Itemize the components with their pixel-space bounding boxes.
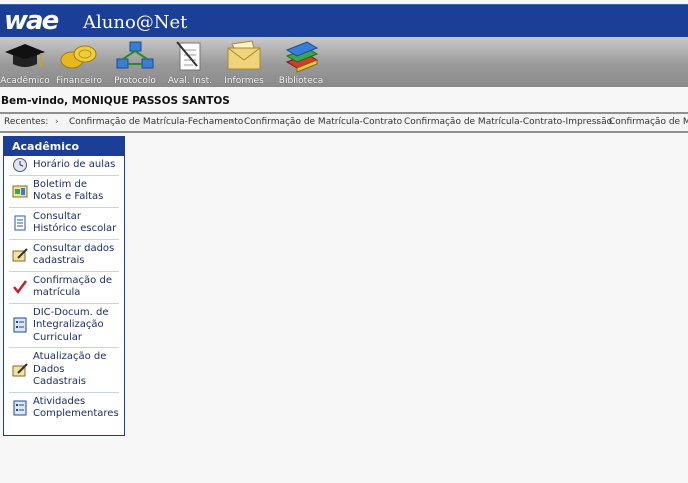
toolbar-label: Financeiro bbox=[56, 76, 102, 86]
list-document-icon bbox=[13, 317, 27, 333]
toolbar-label: Informes bbox=[224, 76, 264, 86]
edit-icon bbox=[12, 248, 28, 262]
toolbar-item-aval-inst[interactable]: Aval. Inst. bbox=[164, 37, 216, 87]
sidebar-item-label: Consultar Histórico escolar bbox=[33, 210, 117, 235]
chevron-right-icon: › bbox=[55, 117, 59, 127]
coins-icon bbox=[60, 45, 97, 69]
sidebar-item-atualizacao-dados[interactable]: Atualização de Dados Cadastrais bbox=[9, 348, 119, 393]
network-icon bbox=[116, 41, 154, 69]
toolbar-item-financeiro[interactable]: Financeiro bbox=[54, 37, 104, 87]
app-header: wae Aluno@Net bbox=[0, 4, 688, 38]
recent-link[interactable]: Confirmação de Matrícula-Contrato-Impres… bbox=[404, 117, 612, 127]
chevron-right-icon: › bbox=[390, 117, 394, 127]
welcome-bar: Bem-vindo, MONIQUE PASSOS SANTOS bbox=[0, 92, 688, 110]
recent-label: Recentes: bbox=[4, 117, 49, 127]
sidebar-item-boletim[interactable]: Boletim de Notas e Faltas bbox=[9, 176, 119, 208]
toolbar-item-academico[interactable]: Acadêmico bbox=[0, 37, 50, 87]
sidebar-item-historico-escolar[interactable]: Consultar Histórico escolar bbox=[9, 208, 119, 240]
sidebar-item-label: Horário de aulas bbox=[33, 159, 116, 170]
welcome-message: Bem-vindo, MONIQUE PASSOS SANTOS bbox=[1, 95, 230, 107]
chevron-right-icon: › bbox=[596, 117, 600, 127]
toolbar-label: Biblioteca bbox=[278, 76, 324, 86]
books-icon bbox=[285, 41, 319, 73]
toolbar-label: Acadêmico bbox=[0, 76, 50, 86]
sidebar-item-dic[interactable]: DIC-Docum. de Integralização Curricular bbox=[9, 304, 119, 348]
sidebar-item-horario-de-aulas[interactable]: Horário de aulas bbox=[9, 156, 119, 176]
wae-logo: wae bbox=[4, 6, 59, 36]
sidebar-item-atividades-complementares[interactable]: Atividades Complementares bbox=[9, 393, 119, 424]
recent-link[interactable]: Confirmação de Ma bbox=[609, 117, 688, 127]
toolbar-label: Protocolo bbox=[114, 76, 156, 86]
recent-link[interactable]: Confirmação de Matrícula-Contrato bbox=[244, 117, 402, 127]
edit-icon bbox=[12, 363, 28, 377]
envelope-icon bbox=[227, 40, 261, 70]
checkmark-icon bbox=[13, 280, 28, 295]
report-icon bbox=[12, 185, 28, 198]
sidebar-item-label: Consultar dados cadastrais bbox=[33, 242, 115, 267]
sidebar-item-label: Atividades Complementares bbox=[33, 395, 119, 420]
sidebar-item-label: Boletim de Notas e Faltas bbox=[33, 178, 104, 203]
toolbar-item-biblioteca[interactable]: Biblioteca bbox=[276, 37, 326, 87]
checklist-icon bbox=[176, 41, 201, 71]
list-document-icon bbox=[13, 400, 27, 416]
sidebar-item-dados-cadastrais[interactable]: Consultar dados cadastrais bbox=[9, 240, 119, 272]
sidebar-item-label: DIC-Docum. de Integralização Curricular bbox=[33, 306, 109, 343]
chevron-right-icon: › bbox=[230, 117, 234, 127]
document-icon bbox=[14, 215, 26, 231]
app-title: Aluno@Net bbox=[83, 12, 188, 33]
toolbar-label: Aval. Inst. bbox=[167, 76, 213, 86]
sidebar-item-label: Confirmação de matrícula bbox=[33, 274, 112, 299]
graduation-cap-icon bbox=[5, 44, 45, 67]
recent-link[interactable]: Confirmação de Matrícula-Fechamento bbox=[69, 117, 243, 127]
toolbar-item-informes[interactable]: Informes bbox=[220, 37, 268, 87]
clock-icon bbox=[13, 158, 27, 173]
sidebar-item-label: Atualização de Dados Cadastrais bbox=[33, 351, 107, 387]
recent-breadcrumb: Recentes: › Confirmação de Matrícula-Fec… bbox=[0, 112, 688, 133]
academico-sidebar: Acadêmico Horário de aulas Boletim de No… bbox=[3, 136, 125, 436]
sidebar-item-confirmacao-matricula[interactable]: Confirmação de matrícula bbox=[9, 272, 119, 304]
toolbar-item-protocolo[interactable]: Protocolo bbox=[110, 37, 160, 87]
sidebar-title: Acadêmico bbox=[4, 137, 124, 156]
module-toolbar: Acadêmico Financeiro Protocolo Aval. Ins… bbox=[0, 37, 688, 87]
